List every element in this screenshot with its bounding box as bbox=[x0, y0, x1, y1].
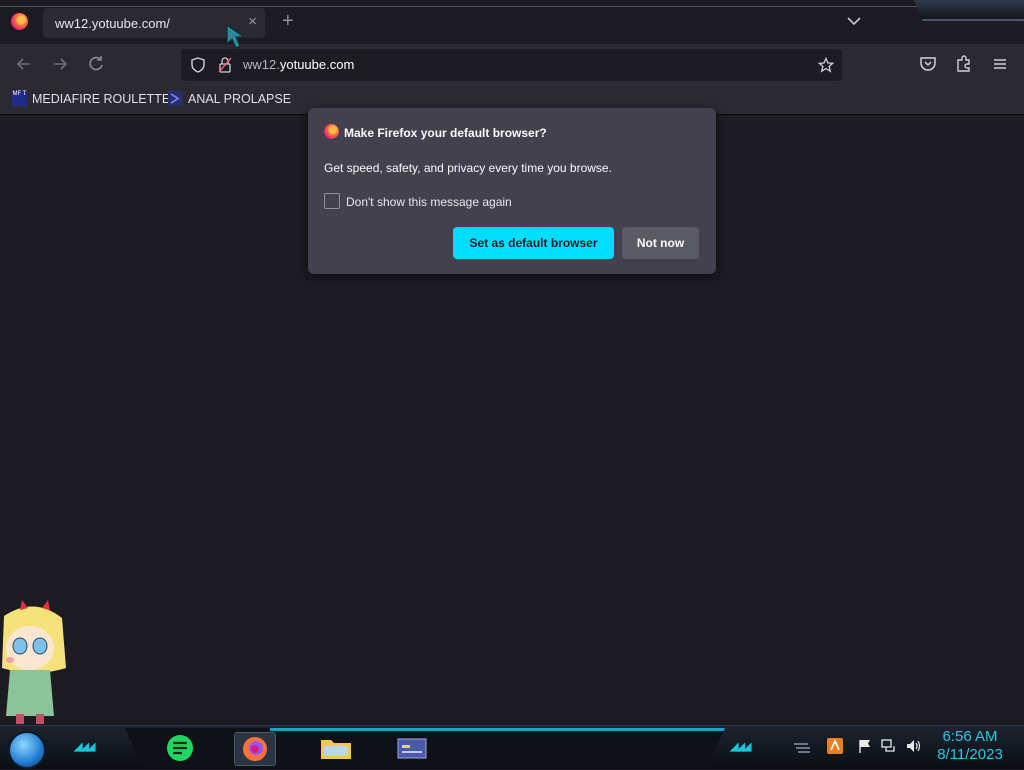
volume-icon[interactable] bbox=[905, 738, 921, 754]
lock-warning-icon[interactable] bbox=[218, 57, 232, 73]
mouse-cursor-icon bbox=[226, 24, 246, 49]
set-default-browser-button[interactable]: Set as default browser bbox=[453, 227, 614, 259]
navigation-toolbar: ww12.yotuube.com bbox=[0, 44, 1024, 84]
bookmark-item-mediafire[interactable]: MF T MEDIAFIRE ROULETTER bbox=[12, 91, 179, 106]
extensions-puzzle-icon[interactable] bbox=[954, 54, 974, 74]
taskbar-accent-line bbox=[270, 728, 725, 731]
folder-icon bbox=[321, 740, 351, 759]
action-center-flag-icon[interactable] bbox=[857, 738, 873, 754]
desktop-mascot-character bbox=[2, 600, 66, 724]
file-explorer-taskbar-button[interactable] bbox=[316, 732, 356, 764]
url-prefix: ww12. bbox=[243, 57, 280, 72]
dont-show-again-checkbox[interactable] bbox=[324, 193, 340, 209]
network-icon[interactable] bbox=[881, 738, 897, 754]
pocket-icon[interactable] bbox=[918, 54, 938, 74]
tray-app-icon[interactable] bbox=[827, 738, 843, 754]
bookmark-item-second[interactable]: ANAL PROLAPSE bbox=[168, 91, 291, 106]
not-now-button[interactable]: Not now bbox=[622, 227, 699, 259]
shield-icon[interactable] bbox=[190, 57, 206, 73]
window-app-icon bbox=[397, 738, 427, 759]
bookmark-label: ANAL PROLAPSE bbox=[188, 91, 292, 106]
chevrons-decoration-icon: ◢◢◢ bbox=[74, 741, 95, 753]
clock-time: 6:56 AM bbox=[942, 728, 998, 745]
forward-arrow-icon[interactable] bbox=[50, 54, 70, 74]
tab-title: ww12.yotuube.com/ bbox=[55, 16, 170, 31]
window-decoration bbox=[914, 0, 1024, 21]
start-orb-button[interactable] bbox=[8, 731, 46, 769]
dialog-title: Make Firefox your default browser? bbox=[344, 126, 547, 140]
url-domain: yotuube.com bbox=[279, 57, 355, 72]
bookmark-label: MEDIAFIRE ROULETTER bbox=[32, 91, 180, 106]
url-text[interactable]: ww12.yotuube.com bbox=[243, 57, 354, 72]
url-bar[interactable]: ww12.yotuube.com bbox=[181, 49, 842, 81]
notes-app-icon bbox=[167, 735, 193, 761]
reload-icon[interactable] bbox=[86, 54, 106, 74]
firefox-taskbar-button[interactable] bbox=[234, 732, 276, 766]
tray-stripes-icon bbox=[794, 743, 810, 753]
notes-app-taskbar-button[interactable] bbox=[160, 732, 200, 764]
back-arrow-icon[interactable] bbox=[14, 54, 34, 74]
taskbar-clock[interactable]: 6:56 AM 8/11/2023 bbox=[930, 728, 1010, 764]
mediafire-favicon-icon: MF T bbox=[12, 91, 27, 106]
chevrons-decoration-icon: ◢◢◢ bbox=[730, 741, 751, 753]
bookmark-star-icon[interactable] bbox=[818, 57, 834, 73]
default-browser-dialog: Make Firefox your default browser? Get s… bbox=[308, 108, 716, 274]
window-app-taskbar-button[interactable] bbox=[392, 732, 432, 764]
firefox-logo-icon[interactable] bbox=[11, 13, 28, 30]
firefox-logo-icon bbox=[324, 124, 339, 139]
taskbar: ◢◢◢ ◢◢◢ 6:56 AM 8/11/2023 bbox=[0, 725, 1024, 769]
tab-strip-border bbox=[0, 6, 1024, 7]
hamburger-menu-icon[interactable] bbox=[990, 54, 1010, 74]
tab-strip: ww12.yotuube.com/ × + bbox=[0, 0, 1024, 44]
clock-date: 8/11/2023 bbox=[937, 746, 1003, 763]
dont-show-again-label[interactable]: Don't show this message again bbox=[346, 195, 512, 209]
tab-list-chevron-icon[interactable] bbox=[845, 12, 863, 30]
new-tab-icon[interactable]: + bbox=[282, 11, 294, 31]
chevron-bookmark-favicon-icon bbox=[168, 91, 183, 106]
firefox-icon bbox=[243, 737, 267, 761]
dialog-message: Get speed, safety, and privacy every tim… bbox=[324, 161, 612, 175]
